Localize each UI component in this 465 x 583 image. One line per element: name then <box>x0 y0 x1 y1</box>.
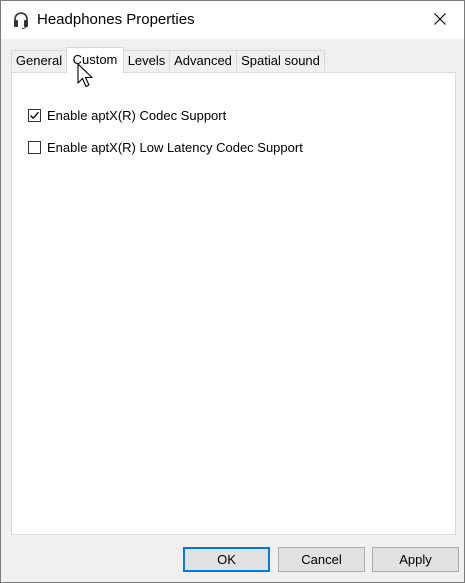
title-bar: Headphones Properties <box>1 1 464 39</box>
checkmark-icon <box>30 111 39 119</box>
cancel-button[interactable]: Cancel <box>278 547 365 572</box>
tab-levels[interactable]: Levels <box>123 50 170 71</box>
close-icon <box>434 13 446 25</box>
aptx-low-latency-label: Enable aptX(R) Low Latency Codec Support <box>47 139 303 155</box>
aptx-low-latency-checkbox[interactable] <box>28 140 41 154</box>
option-aptx-codec[interactable]: Enable aptX(R) Codec Support <box>28 107 226 123</box>
tab-advanced[interactable]: Advanced <box>169 50 237 71</box>
mouse-pointer-icon <box>77 63 97 92</box>
custom-tab-panel: Enable aptX(R) Codec Support Enable aptX… <box>11 72 456 535</box>
window-title: Headphones Properties <box>37 11 195 28</box>
aptx-codec-label: Enable aptX(R) Codec Support <box>47 107 227 123</box>
option-aptx-low-latency[interactable]: Enable aptX(R) Low Latency Codec Support <box>28 139 303 155</box>
tab-spatial-sound[interactable]: Spatial sound <box>236 50 325 71</box>
ok-button[interactable]: OK <box>183 547 270 572</box>
tab-general[interactable]: General <box>11 50 67 71</box>
close-button[interactable] <box>418 1 464 39</box>
aptx-codec-checkbox[interactable] <box>28 108 41 122</box>
headphones-icon <box>13 11 29 29</box>
apply-button[interactable]: Apply <box>372 547 459 572</box>
properties-dialog: Headphones Properties General Custom Lev… <box>0 0 465 583</box>
